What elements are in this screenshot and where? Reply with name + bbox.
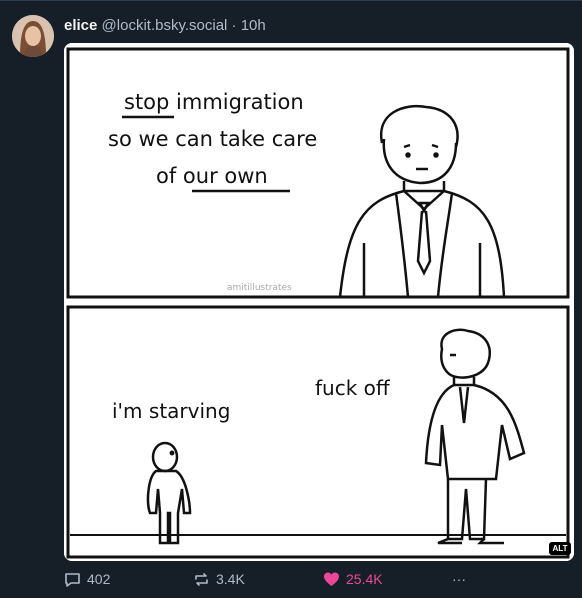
post-header: elice @lockit.bsky.social · 10h bbox=[64, 17, 266, 35]
like-button[interactable]: 25.4K bbox=[323, 569, 383, 589]
header-separator: · bbox=[231, 17, 237, 34]
post-image[interactable]: stop immigration so we can take care of … bbox=[64, 43, 574, 561]
panel1-line-2: so we can take care bbox=[108, 127, 317, 151]
more-icon: ··· bbox=[452, 571, 466, 587]
alt-text-badge[interactable]: ALT bbox=[549, 542, 571, 555]
comic-panel-1 bbox=[66, 47, 570, 299]
reply-count: 402 bbox=[87, 571, 111, 587]
watermark: amitillustrates bbox=[227, 283, 292, 293]
avatar-photo bbox=[12, 15, 54, 57]
comic-image: stop immigration so we can take care of … bbox=[64, 43, 574, 561]
repost-count: 3.4K bbox=[216, 571, 245, 587]
reply-button[interactable]: 402 bbox=[64, 569, 110, 589]
panel2-man-text: fuck off bbox=[315, 376, 391, 400]
timestamp[interactable]: 10h bbox=[241, 17, 266, 34]
more-options-button[interactable]: ··· bbox=[452, 569, 466, 589]
heart-icon bbox=[324, 572, 339, 586]
repost-button[interactable]: 3.4K bbox=[193, 569, 245, 589]
comic-panel-2 bbox=[66, 305, 570, 559]
panel1-line-1: stop immigration bbox=[124, 90, 304, 114]
post-actions: 402 3.4K 25.4K ··· bbox=[64, 569, 574, 591]
panel2-child-text: i'm starving bbox=[112, 399, 230, 423]
panel1-line-3: of our own bbox=[156, 164, 268, 188]
handle[interactable]: @lockit.bsky.social bbox=[102, 17, 228, 34]
display-name[interactable]: elice bbox=[64, 17, 97, 34]
avatar[interactable] bbox=[12, 15, 54, 57]
repost-icon bbox=[195, 572, 208, 586]
post[interactable]: elice @lockit.bsky.social · 10h stop imm… bbox=[0, 0, 582, 598]
like-count: 25.4K bbox=[346, 571, 383, 587]
reply-icon bbox=[65, 572, 80, 587]
